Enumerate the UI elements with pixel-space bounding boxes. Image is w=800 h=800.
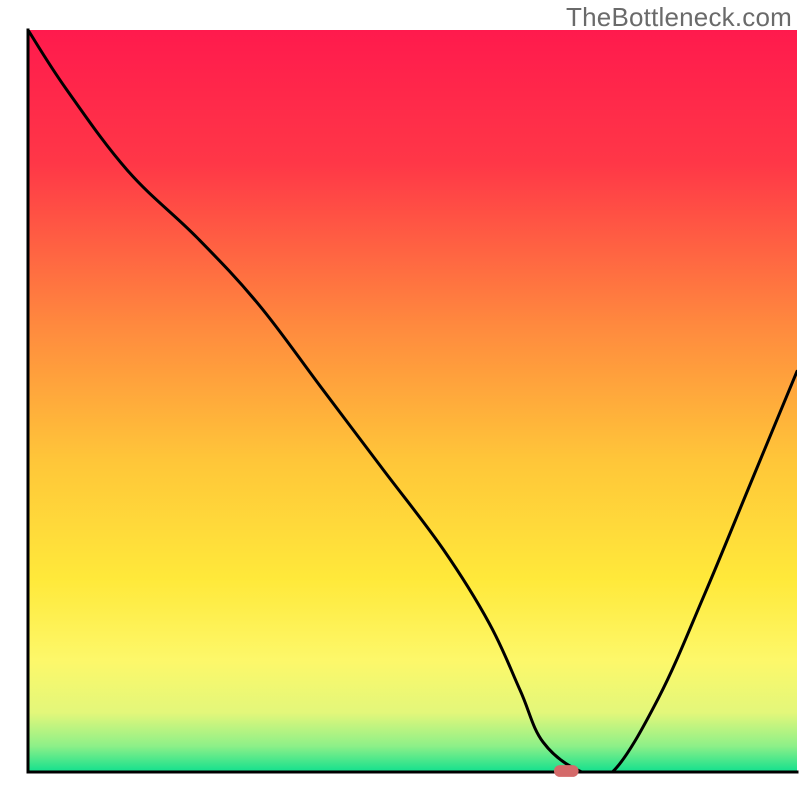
sweet-spot-marker: [554, 765, 579, 777]
bottleneck-chart: [0, 0, 800, 800]
watermark-label: TheBottleneck.com: [566, 2, 792, 33]
gradient-background: [28, 30, 797, 772]
chart-container: TheBottleneck.com: [0, 0, 800, 800]
